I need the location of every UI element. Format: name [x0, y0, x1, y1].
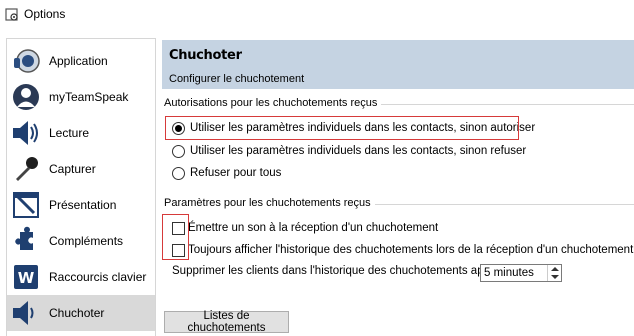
puzzle-icon [15, 226, 33, 250]
checkbox-sound-row[interactable]: Émettre un son à la réception d'un chuch… [172, 219, 438, 237]
window-title: Options [24, 7, 66, 21]
radio-deny-all[interactable]: Refuser pour tous [172, 164, 281, 182]
page-subtitle: Configurer le chuchotement [169, 73, 305, 85]
sidebar-item-label: Raccourcis clavier [49, 270, 147, 284]
teamspeak-icon [14, 49, 40, 73]
page-title: Chuchoter [169, 48, 242, 63]
sidebar-item-label: Compléments [49, 234, 124, 248]
highlight-box [162, 214, 189, 260]
checkbox-label: Toujours afficher l'historique des chuch… [188, 244, 634, 256]
sidebar-item-chuchoter[interactable]: Chuchoter [7, 295, 155, 331]
sidebar-item-myteamspeak[interactable]: myTeamSpeak [7, 79, 155, 115]
sidebar-item-lecture[interactable]: Lecture [7, 115, 155, 151]
sidebar-item-label: Capturer [49, 162, 96, 176]
radio-label: Refuser pour tous [190, 167, 282, 179]
settings-group-title: Paramètres pour les chuchotements reçus [164, 197, 375, 209]
remove-clients-row: Supprimer les clients dans l'historique … [172, 265, 500, 277]
remove-clients-spinbox[interactable]: 5 minutes [480, 264, 562, 282]
remove-clients-label: Supprimer les clients dans l'historique … [172, 265, 500, 277]
title-bar: Options [0, 0, 634, 30]
spin-down-icon[interactable] [551, 275, 559, 279]
keyboard-shortcut-icon: W [14, 265, 38, 289]
spinbox-value: 5 minutes [484, 267, 534, 279]
radio-button[interactable] [172, 144, 185, 158]
sidebar-item-label: Application [49, 54, 108, 68]
microphone-icon [16, 157, 38, 181]
speaker-icon [13, 121, 38, 145]
presentation-icon [13, 192, 39, 218]
whisper-icon [13, 301, 34, 325]
sidebar-item-presentation[interactable]: Présentation [7, 187, 155, 223]
sidebar-item-capturer[interactable]: Capturer [7, 151, 155, 187]
user-icon [13, 84, 39, 110]
sidebar-item-application[interactable]: Application [7, 43, 155, 79]
spinbox-arrows[interactable] [547, 265, 561, 281]
options-icon [5, 8, 18, 21]
whisper-lists-button[interactable]: Listes de chuchotements [164, 310, 289, 334]
main-panel: Chuchoter Configurer le chuchotement Aut… [162, 38, 634, 336]
checkbox-history-row[interactable]: Toujours afficher l'historique des chuch… [172, 241, 633, 259]
sidebar-item-label: Chuchoter [49, 306, 105, 320]
highlight-box [165, 116, 519, 140]
radio-label: Utiliser les paramètres individuels dans… [190, 145, 527, 157]
checkbox-label: Émettre un son à la réception d'un chuch… [188, 222, 439, 234]
radio-button[interactable] [172, 166, 185, 180]
sidebar-item-label: Lecture [49, 126, 90, 140]
spin-up-icon[interactable] [551, 267, 559, 271]
sidebar-item-label: myTeamSpeak [49, 90, 129, 104]
page-header: Chuchoter Configurer le chuchotement [162, 40, 634, 89]
sidebar: Application myTeamSpeak Lecture Capturer [6, 38, 156, 336]
sidebar-item-label: Présentation [49, 198, 117, 212]
sidebar-item-complements[interactable]: Compléments [7, 223, 155, 259]
sidebar-item-shortcuts[interactable]: W Raccourcis clavier [7, 259, 155, 295]
permissions-group-title: Autorisations pour les chuchotements reç… [164, 97, 382, 109]
svg-text:W: W [18, 269, 35, 287]
radio-deny-default[interactable]: Utiliser les paramètres individuels dans… [172, 142, 526, 160]
